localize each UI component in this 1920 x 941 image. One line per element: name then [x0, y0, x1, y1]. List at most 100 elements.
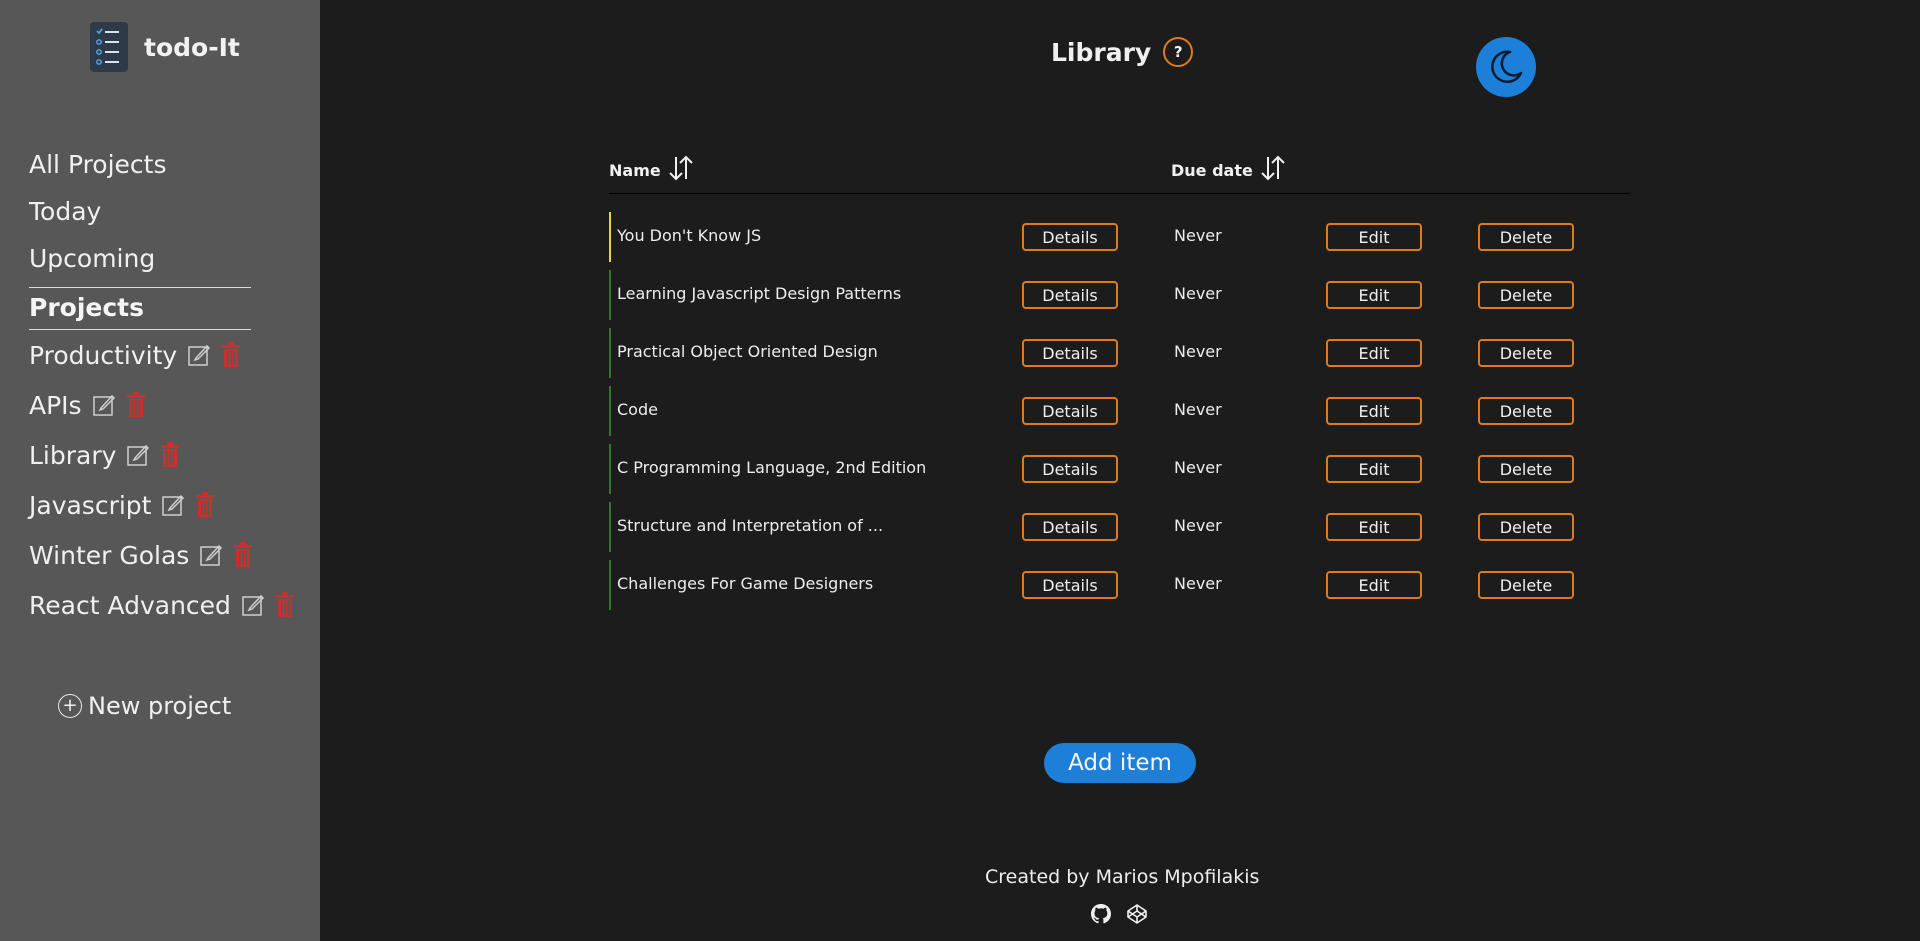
edit-icon[interactable] — [241, 593, 265, 617]
edit-button[interactable]: Edit — [1326, 513, 1422, 541]
task-due-date: Never — [1174, 516, 1222, 535]
task-name[interactable]: Learning Javascript Design Patterns — [617, 284, 901, 303]
priority-indicator — [609, 270, 611, 320]
edit-icon[interactable] — [126, 443, 150, 467]
project-item-react-advanced: React Advanced — [29, 580, 295, 630]
project-item-apis: APIs — [29, 380, 295, 430]
trash-icon[interactable] — [126, 392, 146, 418]
codepen-icon[interactable] — [1126, 903, 1150, 927]
projects-heading: Projects — [29, 287, 251, 330]
edit-icon[interactable] — [199, 543, 223, 567]
new-project-label: New project — [88, 692, 232, 720]
delete-button[interactable]: Delete — [1478, 397, 1574, 425]
column-header-due-date: Due date — [1171, 160, 1253, 180]
sidebar-nav: All Projects Today Upcoming Projects — [29, 146, 251, 330]
page-header: Library ? — [1051, 37, 1194, 67]
add-item-button[interactable]: Add item — [1044, 743, 1196, 783]
task-name[interactable]: Practical Object Oriented Design — [617, 342, 878, 361]
task-due-date: Never — [1174, 342, 1222, 361]
brand[interactable]: todo-It — [90, 22, 240, 72]
edit-button[interactable]: Edit — [1326, 281, 1422, 309]
column-header-name: Name — [609, 160, 661, 180]
trash-icon[interactable] — [160, 442, 180, 468]
project-name[interactable]: Javascript — [29, 491, 151, 520]
edit-icon[interactable] — [187, 343, 211, 367]
delete-button[interactable]: Delete — [1478, 339, 1574, 367]
checklist-logo-icon — [90, 22, 128, 72]
edit-button[interactable]: Edit — [1326, 223, 1422, 251]
page-title: Library — [1051, 37, 1152, 67]
project-item-winter-golas: Winter Golas — [29, 530, 295, 580]
details-button[interactable]: Details — [1022, 339, 1118, 367]
task-due-date: Never — [1174, 458, 1222, 477]
sidebar-item-today[interactable]: Today — [29, 193, 251, 240]
sort-icon — [1259, 153, 1287, 183]
help-icon[interactable]: ? — [1163, 37, 1194, 67]
priority-indicator — [609, 212, 611, 262]
footer-credit: Created by Marios Mpofilakis — [985, 866, 1260, 888]
table-row: C Programming Language, 2nd Edition Deta… — [609, 444, 1630, 502]
delete-button[interactable]: Delete — [1478, 455, 1574, 483]
task-due-date: Never — [1174, 284, 1222, 303]
theme-toggle-button[interactable] — [1476, 37, 1536, 97]
details-button[interactable]: Details — [1022, 513, 1118, 541]
table-row: You Don't Know JS Details Never Edit Del… — [609, 212, 1630, 270]
sort-by-name-button[interactable]: Name — [609, 153, 695, 183]
footer-links — [1090, 903, 1150, 927]
table-header: Name Due date — [609, 153, 1630, 194]
project-item-javascript: Javascript — [29, 480, 295, 530]
table-row: Practical Object Oriented Design Details… — [609, 328, 1630, 386]
project-list: Productivity APIs Library Javascript Win… — [29, 330, 295, 630]
project-name[interactable]: React Advanced — [29, 591, 231, 620]
project-item-library: Library — [29, 430, 295, 480]
details-button[interactable]: Details — [1022, 571, 1118, 599]
project-item-productivity: Productivity — [29, 330, 295, 380]
edit-button[interactable]: Edit — [1326, 455, 1422, 483]
priority-indicator — [609, 328, 611, 378]
table-row: Challenges For Game Designers Details Ne… — [609, 560, 1630, 618]
priority-indicator — [609, 444, 611, 494]
sort-by-due-date-button[interactable]: Due date — [1171, 153, 1287, 183]
sidebar-item-all-projects[interactable]: All Projects — [29, 146, 251, 193]
edit-icon[interactable] — [161, 493, 185, 517]
project-name[interactable]: APIs — [29, 391, 82, 420]
edit-icon[interactable] — [92, 393, 116, 417]
priority-indicator — [609, 386, 611, 436]
delete-button[interactable]: Delete — [1478, 281, 1574, 309]
project-name[interactable]: Library — [29, 441, 116, 470]
delete-button[interactable]: Delete — [1478, 513, 1574, 541]
sort-icon — [667, 153, 695, 183]
edit-button[interactable]: Edit — [1326, 339, 1422, 367]
task-name[interactable]: C Programming Language, 2nd Edition — [617, 458, 926, 477]
table-row: Learning Javascript Design Patterns Deta… — [609, 270, 1630, 328]
github-icon[interactable] — [1090, 903, 1114, 927]
task-name[interactable]: Code — [617, 400, 658, 419]
project-name[interactable]: Winter Golas — [29, 541, 189, 570]
task-name[interactable]: Challenges For Game Designers — [617, 574, 873, 593]
new-project-button[interactable]: + New project — [58, 692, 231, 720]
task-name[interactable]: Structure and Interpretation of ... — [617, 516, 883, 535]
trash-icon[interactable] — [233, 542, 253, 568]
edit-button[interactable]: Edit — [1326, 397, 1422, 425]
trash-icon[interactable] — [275, 592, 295, 618]
edit-button[interactable]: Edit — [1326, 571, 1422, 599]
task-due-date: Never — [1174, 574, 1222, 593]
table-row: Code Details Never Edit Delete — [609, 386, 1630, 444]
table-row: Structure and Interpretation of ... Deta… — [609, 502, 1630, 560]
trash-icon[interactable] — [221, 342, 241, 368]
task-due-date: Never — [1174, 226, 1222, 245]
trash-icon[interactable] — [195, 492, 215, 518]
details-button[interactable]: Details — [1022, 223, 1118, 251]
details-button[interactable]: Details — [1022, 397, 1118, 425]
task-table: You Don't Know JS Details Never Edit Del… — [609, 212, 1630, 618]
delete-button[interactable]: Delete — [1478, 571, 1574, 599]
delete-button[interactable]: Delete — [1478, 223, 1574, 251]
details-button[interactable]: Details — [1022, 455, 1118, 483]
app-title: todo-It — [144, 32, 240, 62]
plus-circle-icon: + — [58, 694, 82, 718]
sidebar-item-upcoming[interactable]: Upcoming — [29, 240, 251, 287]
details-button[interactable]: Details — [1022, 281, 1118, 309]
project-name[interactable]: Productivity — [29, 341, 177, 370]
task-name[interactable]: You Don't Know JS — [617, 226, 761, 245]
sidebar: todo-It All Projects Today Upcoming Proj… — [0, 0, 320, 941]
